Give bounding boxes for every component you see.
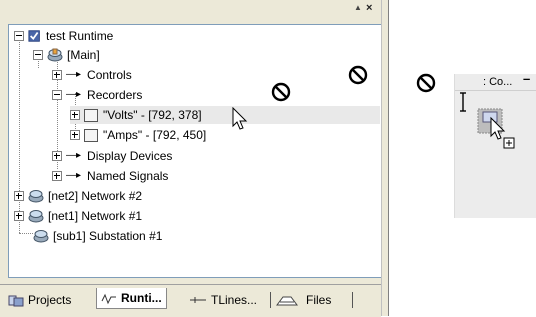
expand-icon[interactable] (70, 110, 80, 120)
tree-item-controls[interactable]: —▸ Controls (52, 66, 132, 84)
close-icon[interactable]: × (366, 3, 372, 14)
network-icon (28, 190, 44, 203)
tree-item-recorders[interactable]: —▸ Recorders (52, 86, 142, 104)
pin-icon[interactable]: ▲ (354, 4, 362, 12)
tree-connector (19, 233, 33, 234)
tree-item-label: Recorders (87, 88, 143, 102)
network-icon (28, 210, 44, 223)
projects-icon (8, 295, 24, 306)
tree-item-label: Named Signals (87, 169, 169, 183)
arrow-icon: —▸ (66, 170, 82, 181)
tree-item-net2[interactable]: [net2] Network #2 (14, 187, 142, 205)
tab-tlines[interactable]: TLines... (189, 290, 257, 310)
collapse-icon[interactable] (33, 50, 43, 60)
recorder-icon (84, 108, 98, 122)
no-drop-icon (271, 82, 291, 102)
expand-icon[interactable] (14, 211, 24, 221)
tline-icon (190, 296, 206, 303)
tab-label: Projects (28, 293, 72, 307)
tree-item-volts-recorder[interactable]: "Volts" - [792, 378] (70, 106, 380, 124)
waveform-icon (101, 293, 116, 304)
tree-item-display-devices[interactable]: —▸ Display Devices (52, 147, 172, 165)
files-icon (276, 296, 298, 305)
runtime-dock-panel: ▲ × test Runtime [Main] —▸ Controls —▸ R… (0, 0, 381, 317)
tree-item-label: [Main] (67, 48, 100, 62)
tree-item-label: test Runtime (46, 29, 114, 43)
tree-item-amps-recorder[interactable]: "Amps" - [792, 450] (70, 126, 206, 144)
collapse-icon[interactable] (14, 31, 24, 41)
tree-item-named-signals[interactable]: —▸ Named Signals (52, 167, 168, 185)
panel-header: ▲ × (0, 0, 381, 20)
panel-tab-bar: Projects Runti... TLines... Files (0, 284, 381, 317)
tab-separator (352, 292, 353, 308)
network-icon (33, 230, 49, 243)
tree-item-label: [net1] Network #1 (48, 209, 143, 223)
expand-icon[interactable] (52, 70, 62, 80)
arrow-icon: —▸ (66, 89, 82, 100)
tree-item-label: "Amps" - [792, 450] (103, 128, 207, 142)
drag-copy-cursor-icon (477, 108, 515, 149)
tree-item-label: Display Devices (87, 149, 173, 163)
tree-item-label: [net2] Network #2 (48, 189, 143, 203)
tree-item-main[interactable]: [Main] (33, 46, 100, 64)
minimize-button[interactable]: – (523, 72, 530, 86)
no-drop-icon (348, 65, 368, 85)
tree-item-label: "Volts" - [792, 378] (103, 108, 202, 122)
expand-icon[interactable] (52, 171, 62, 181)
floating-window-titlebar[interactable]: : Co... – (455, 72, 536, 91)
tab-label: TLines... (211, 293, 258, 307)
runtime-tree[interactable]: test Runtime [Main] —▸ Controls —▸ Recor… (8, 24, 381, 278)
tree-item-label: [sub1] Substation #1 (53, 229, 163, 243)
no-drop-icon (416, 73, 436, 93)
tab-label: Files (306, 293, 332, 307)
runtime-check-icon (28, 30, 40, 42)
tree-item-net1[interactable]: [net1] Network #1 (14, 207, 142, 225)
tab-label: Runti... (121, 291, 162, 305)
expand-icon[interactable] (14, 191, 24, 201)
floating-window-title: : Co... (483, 76, 513, 88)
text-cursor-icon (460, 92, 466, 112)
tree-item-root[interactable]: test Runtime (14, 27, 113, 45)
tree-item-sub1[interactable]: [sub1] Substation #1 (33, 227, 162, 245)
expand-icon[interactable] (70, 130, 80, 140)
collapse-icon[interactable] (52, 90, 62, 100)
mouse-pointer-icon (232, 107, 248, 130)
arrow-icon: —▸ (66, 69, 82, 80)
tab-runtime[interactable]: Runti... (96, 288, 167, 309)
expand-icon[interactable] (52, 151, 62, 161)
tab-projects[interactable]: Projects (8, 290, 71, 310)
tab-files[interactable]: Files (276, 290, 331, 310)
tab-separator (270, 292, 271, 308)
arrow-icon: —▸ (66, 150, 82, 161)
network-icon (47, 48, 63, 62)
dock-splitter[interactable] (381, 0, 389, 316)
recorder-icon (84, 128, 98, 142)
tree-item-label: Controls (87, 68, 132, 82)
